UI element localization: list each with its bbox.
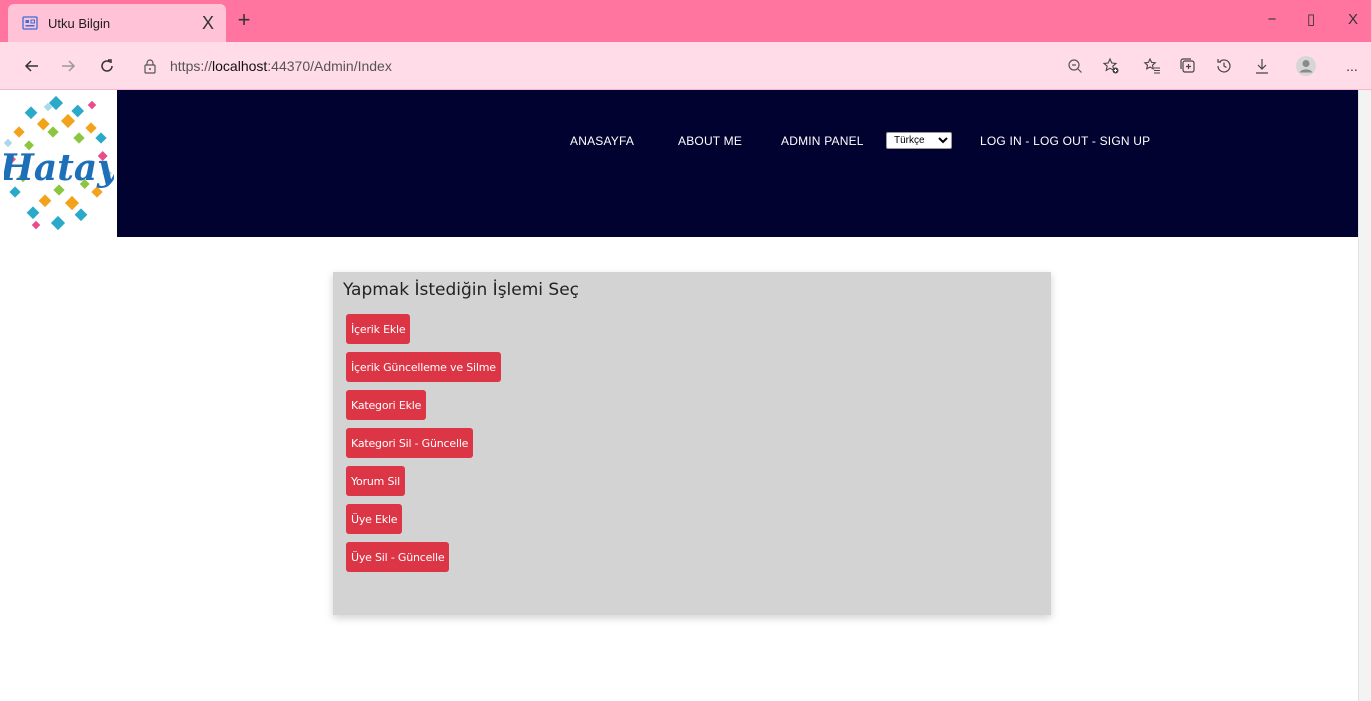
refresh-button[interactable] xyxy=(95,54,119,78)
new-tab-button[interactable]: + xyxy=(232,8,256,32)
collections-icon xyxy=(1180,58,1195,73)
page-scrollbar[interactable] xyxy=(1358,90,1371,701)
browser-tab[interactable]: Utku Bilgin X xyxy=(8,4,226,42)
nav-link-auth[interactable]: LOG IN - LOG OUT - SIGN UP xyxy=(980,134,1150,148)
logo-text: Hatay xyxy=(4,147,114,189)
zoom-out-icon xyxy=(1068,59,1082,73)
panel-title: Yapmak İstediğin İşlemi Seç xyxy=(343,280,580,300)
tab-title: Utku Bilgin xyxy=(48,15,111,31)
url-field[interactable]: https://localhost:44370/Admin/Index xyxy=(132,50,1132,82)
restore-button[interactable]: ▯ xyxy=(1301,10,1321,30)
back-button[interactable] xyxy=(20,54,44,78)
more-menu-button[interactable]: ... xyxy=(1340,54,1364,78)
close-window-button[interactable]: X xyxy=(1343,10,1363,30)
page-favicon-icon xyxy=(22,16,38,30)
favorites-button[interactable] xyxy=(1140,54,1164,78)
minimize-button[interactable]: − xyxy=(1262,10,1282,30)
url-host: localhost xyxy=(212,58,268,74)
add-category-button[interactable]: Kategori Ekle xyxy=(346,390,427,420)
nav-link-anasayfa[interactable]: ANASAYFA xyxy=(570,134,634,148)
tab-close-icon[interactable]: X xyxy=(198,14,218,32)
hatay-logo[interactable]: Hatay xyxy=(4,94,114,234)
update-delete-content-button[interactable]: İçerik Güncelleme ve Silme xyxy=(346,352,501,382)
history-icon xyxy=(1217,59,1231,73)
nav-link-about-me[interactable]: ABOUT ME xyxy=(678,134,742,148)
top-navbar: ANASAYFA ABOUT ME ADMIN PANEL Türkçe LOG… xyxy=(117,90,1358,237)
action-button-list: İçerik Ekle İçerik Güncelleme ve Silme K… xyxy=(343,314,1041,580)
downloads-button[interactable] xyxy=(1250,54,1274,78)
refresh-icon xyxy=(101,59,113,72)
site-header: Hatay ANASAYFA ABOUT ME ADMIN PANEL Türk… xyxy=(0,90,1358,237)
favorites-icon xyxy=(1143,57,1160,74)
download-icon xyxy=(1256,59,1268,74)
add-member-button[interactable]: Üye Ekle xyxy=(346,504,403,534)
delete-update-member-button[interactable]: Üye Sil - Güncelle xyxy=(346,542,450,572)
browser-address-bar: https://localhost:44370/Admin/Index ... xyxy=(0,42,1371,90)
zoom-button[interactable] xyxy=(1063,54,1087,78)
arrow-right-icon xyxy=(62,60,76,72)
collections-button[interactable] xyxy=(1176,54,1200,78)
avatar-icon xyxy=(1296,56,1316,76)
add-favorite-button[interactable] xyxy=(1099,54,1123,78)
nav-link-admin-panel[interactable]: ADMIN PANEL xyxy=(781,134,864,148)
forward-button[interactable] xyxy=(56,54,80,78)
language-select[interactable]: Türkçe xyxy=(886,132,952,149)
delete-update-category-button[interactable]: Kategori Sil - Güncelle xyxy=(346,428,474,458)
url-text: https://localhost:44370/Admin/Index xyxy=(170,58,392,74)
lock-icon xyxy=(144,59,156,74)
browser-tab-bar: Utku Bilgin X + − ▯ X xyxy=(0,0,1371,42)
arrow-left-icon xyxy=(24,60,38,72)
history-button[interactable] xyxy=(1212,54,1236,78)
add-content-button[interactable]: İçerik Ekle xyxy=(346,314,411,344)
delete-comment-button[interactable]: Yorum Sil xyxy=(346,466,405,496)
admin-action-panel: Yapmak İstediğin İşlemi Seç İçerik Ekle … xyxy=(333,272,1051,615)
profile-button[interactable] xyxy=(1294,54,1318,78)
star-add-icon xyxy=(1102,57,1119,74)
